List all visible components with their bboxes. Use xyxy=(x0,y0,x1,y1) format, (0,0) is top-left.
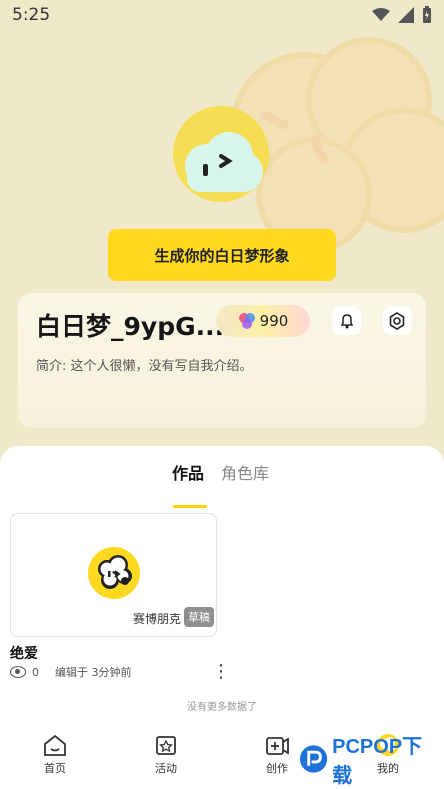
home-icon xyxy=(44,734,66,756)
view-count: 0 xyxy=(32,665,39,679)
points-badge[interactable]: 990 xyxy=(216,305,310,337)
watermark-text: PCPOP下载 xyxy=(332,736,423,787)
tab-works[interactable]: 作品 xyxy=(172,460,204,484)
points-value: 990 xyxy=(259,312,289,330)
generate-avatar-button[interactable]: 生成你的白日梦形象 xyxy=(108,229,336,281)
notification-button[interactable] xyxy=(333,307,361,335)
create-icon xyxy=(266,737,289,755)
battery-icon xyxy=(423,6,431,23)
status-time: 5:25 xyxy=(12,5,51,25)
work-title: 绝爱 xyxy=(10,646,38,662)
active-tab-indicator xyxy=(173,505,207,508)
tab-character-library[interactable]: 角色库 xyxy=(221,460,269,484)
settings-icon xyxy=(389,312,405,330)
username: 白日梦_9ypG... xyxy=(36,312,225,341)
eye-icon xyxy=(10,666,26,678)
nav-label-create: 创作 xyxy=(266,762,288,775)
nav-item-home[interactable]: 首页 xyxy=(25,732,85,776)
edited-time: 编辑于 3分钟前 xyxy=(55,666,132,679)
settings-button[interactable] xyxy=(383,307,411,335)
nav-label-home: 首页 xyxy=(44,762,66,775)
content-tabs: 作品 角色库 xyxy=(0,460,444,508)
status-icons xyxy=(372,6,432,24)
avatar[interactable] xyxy=(173,106,269,202)
bell-icon xyxy=(340,314,354,329)
more-options-icon[interactable]: ⋮ xyxy=(212,662,230,682)
status-bar: 5:25 xyxy=(0,0,444,30)
nav-item-create[interactable]: 创作 xyxy=(247,732,307,776)
avatar-cloud-icon xyxy=(173,106,269,202)
cloud-face-icon xyxy=(98,555,132,589)
points-icon xyxy=(238,313,255,329)
work-author: 赛博朋克 xyxy=(133,612,182,626)
watermark-logo-icon xyxy=(299,745,328,773)
work-meta: 0 编辑于 3分钟前 ⋮ xyxy=(10,662,230,682)
list-end-text: 没有更多数据了 xyxy=(187,702,257,713)
nav-label-activity: 活动 xyxy=(155,762,177,775)
work-card[interactable]: 赛博朋克 草稿 xyxy=(10,513,217,637)
work-thumbnail xyxy=(88,547,140,599)
profile-card: 白日梦_9ypG... 990 简介: 这个人很懒，没有写自我介绍。 xyxy=(18,293,426,428)
activity-icon xyxy=(156,736,176,755)
watermark: PCPOP下载 xyxy=(299,736,439,787)
profile-bio: 简介: 这个人很懒，没有写自我介绍。 xyxy=(36,359,253,374)
nav-item-activity[interactable]: 活动 xyxy=(136,732,196,776)
draft-badge: 草稿 xyxy=(184,607,214,627)
signal-icon xyxy=(398,7,414,23)
wifi-icon xyxy=(372,8,390,21)
